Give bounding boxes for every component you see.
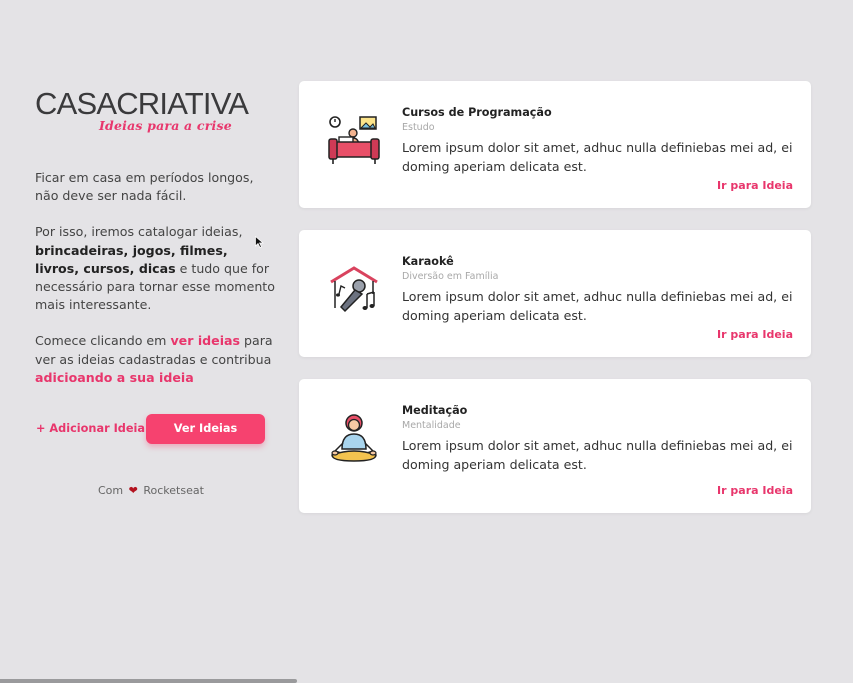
go-to-idea-link[interactable]: Ir para Ideia — [717, 484, 793, 497]
idea-card-body: Meditação Mentalidade Lorem ipsum dolor … — [402, 404, 795, 474]
ideas-list: Cursos de Programação Estudo Lorem ipsum… — [299, 81, 811, 535]
ver-ideias-link[interactable]: ver ideias — [170, 333, 240, 348]
programming-course-icon — [328, 116, 380, 164]
idea-category: Estudo — [402, 122, 435, 133]
meditation-icon — [331, 414, 377, 462]
intro-p3-a: Comece clicando em — [35, 333, 171, 349]
horizontal-scrollbar[interactable] — [0, 679, 297, 683]
page: CASACRIATIVA Ideias para a crise Ficar e… — [0, 0, 853, 683]
actions: + Adicionar Ideia Ver Ideias — [36, 414, 276, 444]
footer-rocketseat: Rocketseat — [143, 484, 204, 497]
add-idea-text-link[interactable]: adicioando a sua ideia — [35, 370, 194, 385]
idea-card: Cursos de Programação Estudo Lorem ipsum… — [299, 81, 811, 208]
idea-category: Mentalidade — [402, 420, 461, 431]
view-ideas-button[interactable]: Ver Ideias — [146, 414, 265, 444]
idea-card: Karaokê Diversão em Família Lorem ipsum … — [299, 230, 811, 357]
logo-tagline: Ideias para a crise — [99, 118, 232, 133]
idea-card-body: Karaokê Diversão em Família Lorem ipsum … — [402, 255, 795, 325]
idea-card: Meditação Mentalidade Lorem ipsum dolor … — [299, 379, 811, 513]
footer-prefix: Com — [98, 484, 124, 497]
add-idea-button[interactable]: + Adicionar Ideia — [36, 422, 145, 435]
intro-paragraph-1: Ficar em casa em períodos longos, não de… — [35, 170, 254, 204]
idea-title: Karaokê — [402, 255, 454, 268]
logo-title-bold: CASA — [35, 86, 117, 121]
left-column: CASACRIATIVA Ideias para a crise Ficar e… — [35, 88, 275, 405]
idea-title: Meditação — [402, 404, 468, 417]
idea-card-body: Cursos de Programação Estudo Lorem ipsum… — [402, 106, 795, 176]
idea-description: Lorem ipsum dolor sit amet, adhuc nulla … — [402, 140, 793, 174]
karaoke-icon — [330, 266, 378, 313]
intro-paragraph-2: Por isso, iremos catalogar ideias, brinc… — [35, 223, 275, 314]
logo: CASACRIATIVA Ideias para a crise — [35, 88, 261, 136]
logo-title-thin: CRIATIVA — [116, 86, 249, 121]
go-to-idea-link[interactable]: Ir para Ideia — [717, 179, 793, 192]
footer: Com ❤ Rocketseat — [98, 484, 204, 497]
intro-paragraph-3: Comece clicando em ver ideias para ver a… — [35, 332, 275, 387]
intro-p2-before: Por isso, iremos catalogar ideias, — [35, 224, 243, 240]
idea-description: Lorem ipsum dolor sit amet, adhuc nulla … — [402, 289, 793, 323]
go-to-idea-link[interactable]: Ir para Ideia — [717, 328, 793, 341]
idea-title: Cursos de Programação — [402, 106, 552, 119]
logo-title: CASACRIATIVA — [35, 88, 261, 119]
idea-description: Lorem ipsum dolor sit amet, adhuc nulla … — [402, 438, 793, 472]
intro-text: Ficar em casa em períodos longos, não de… — [35, 169, 275, 387]
mouse-pointer-icon — [255, 236, 264, 248]
heart-icon: ❤ — [128, 484, 138, 497]
idea-category: Diversão em Família — [402, 271, 499, 282]
